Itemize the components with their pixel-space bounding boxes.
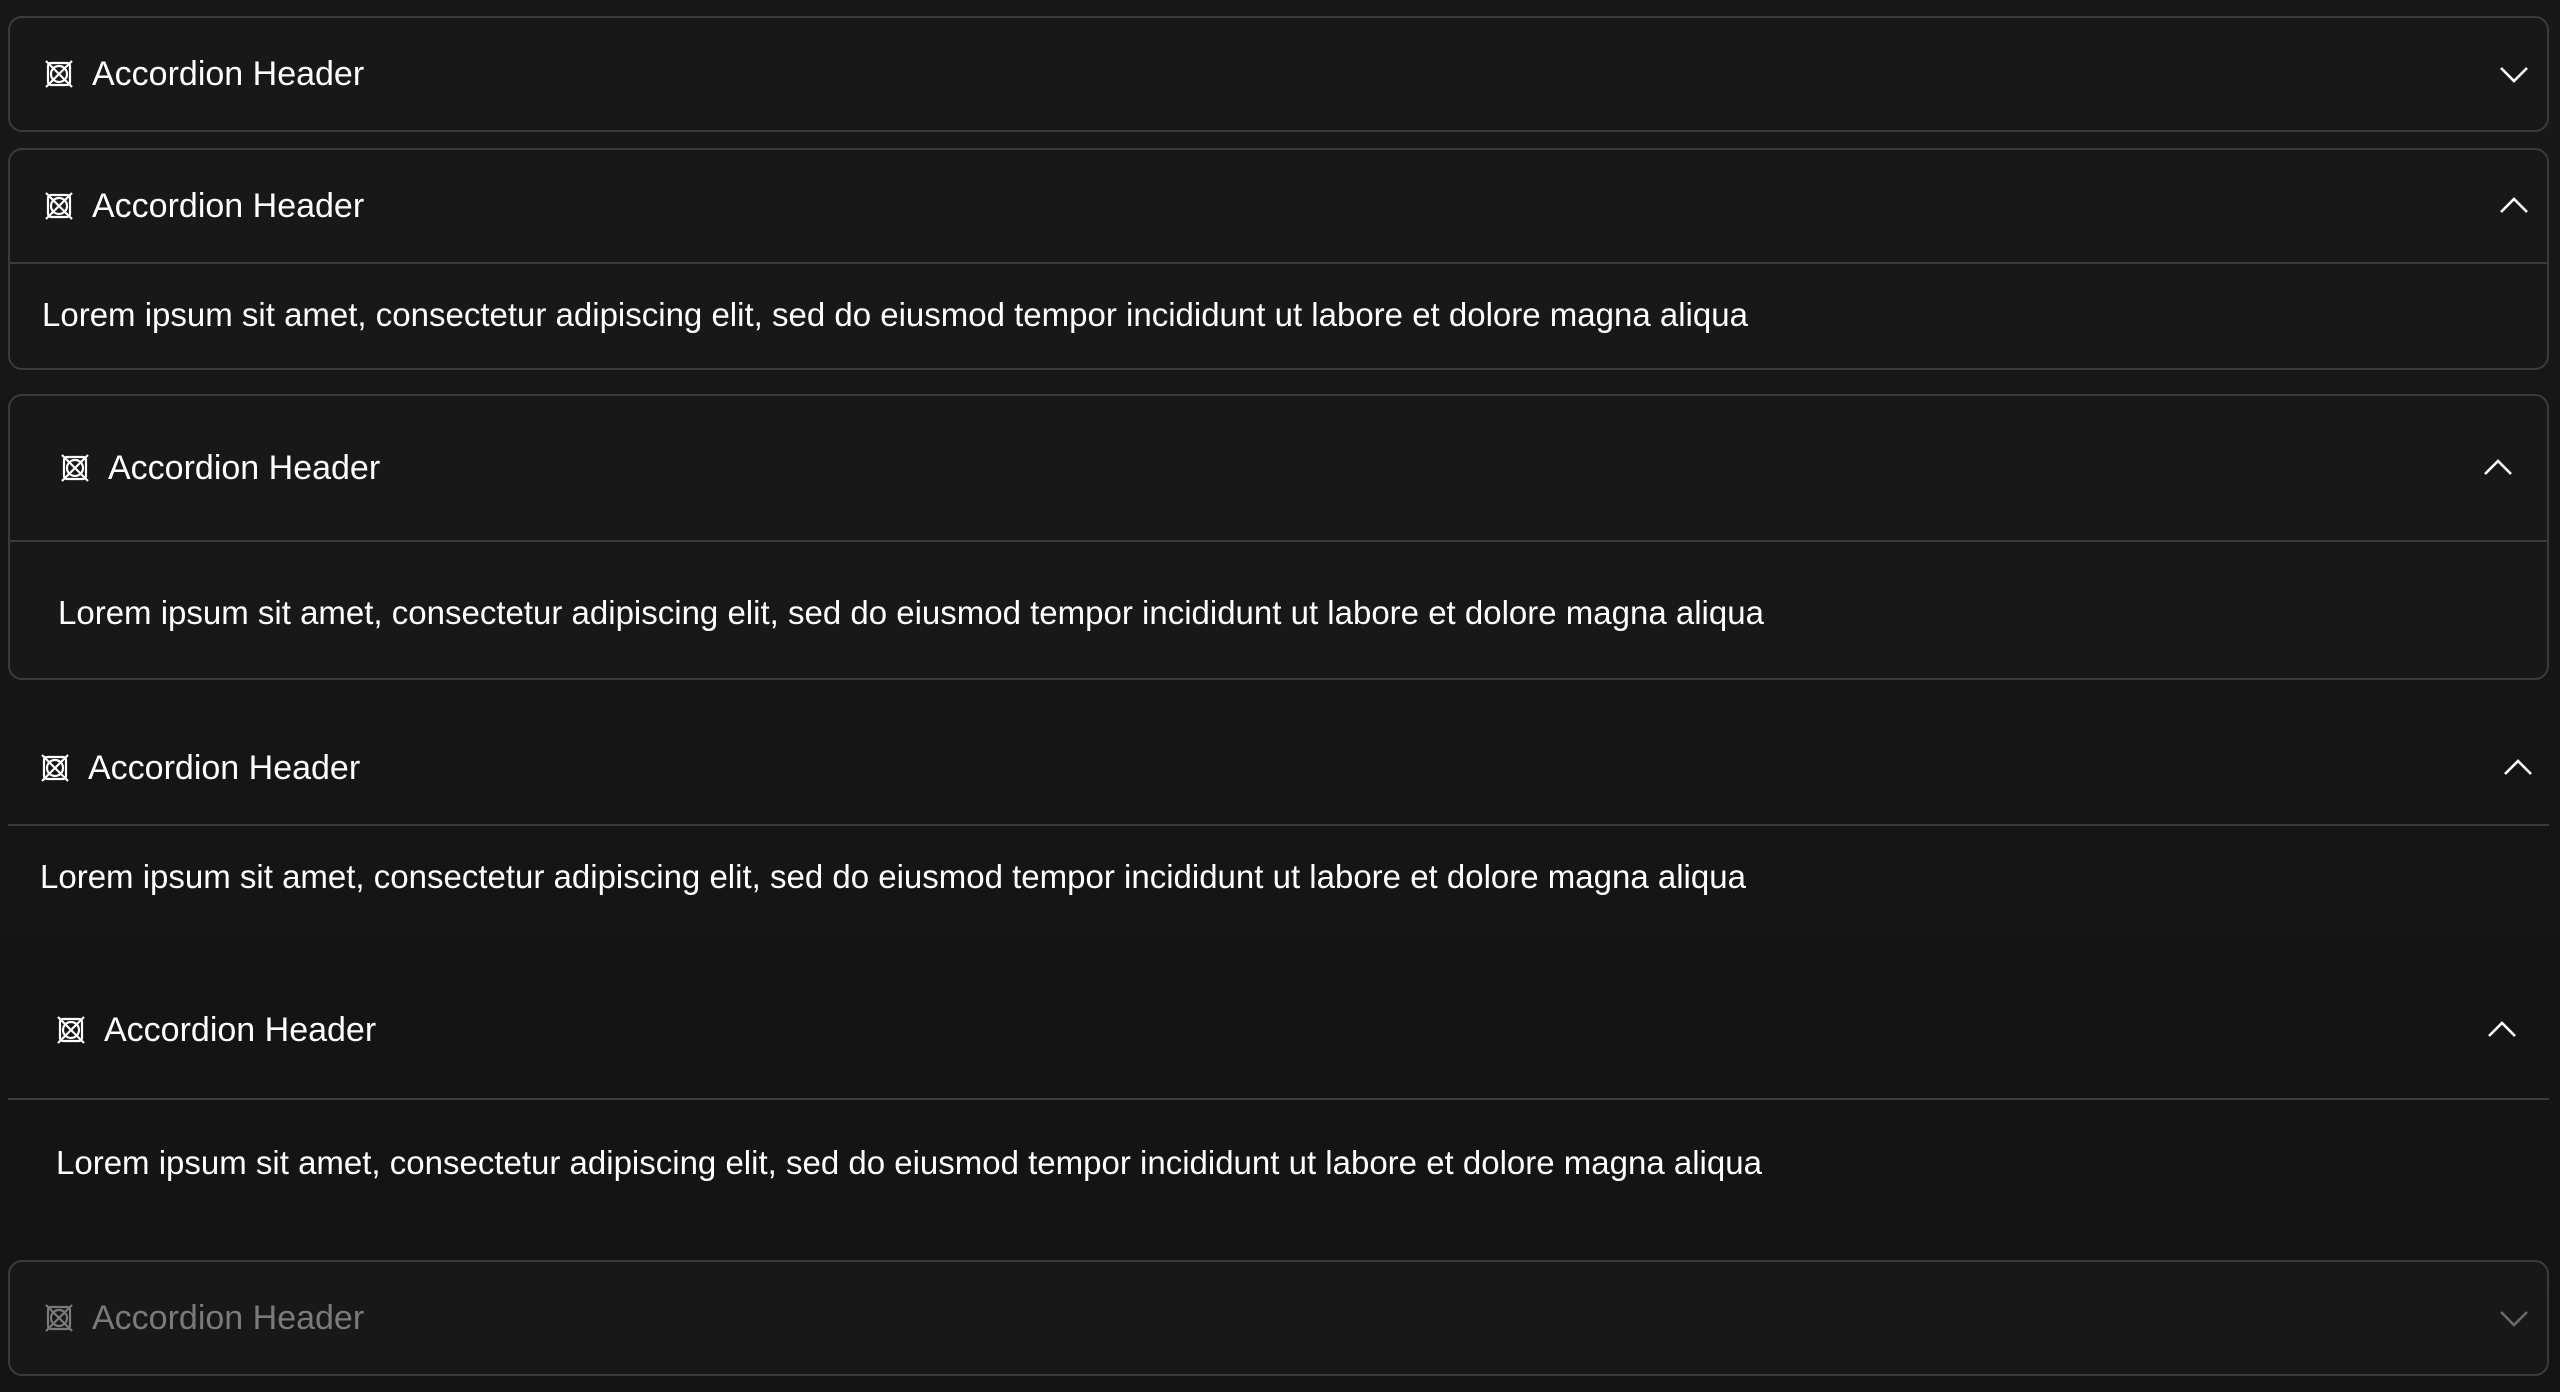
chevron-up-icon[interactable] [2501,751,2535,785]
crossed-box-icon [44,191,74,221]
crossed-box-icon [44,59,74,89]
crossed-box-icon [44,1303,74,1333]
accordion-item-6: Accordion Header [8,1260,2549,1376]
accordion-body: Lorem ipsum sit amet, consectetur adipis… [40,858,1746,895]
chevron-up-icon[interactable] [2497,189,2531,223]
accordion-title: Accordion Header [88,748,361,787]
accordion-item-4: Accordion Header Lorem ipsum sit amet, c… [8,712,2549,912]
accordion-header-3[interactable]: Accordion Header [10,396,2547,542]
accordion-header-1[interactable]: Accordion Header [10,18,2547,130]
accordion-title: Accordion Header [108,448,381,487]
accordion-item-2: Accordion Header Lorem ipsum sit amet, c… [8,148,2549,370]
chevron-up-icon[interactable] [2481,451,2515,485]
accordion-title: Accordion Header [92,186,365,225]
crossed-box-icon [56,1015,86,1045]
chevron-down-icon[interactable] [2497,57,2531,91]
accordion-item-5: Accordion Header Lorem ipsum sit amet, c… [8,962,2549,1212]
accordion-body: Lorem ipsum sit amet, consectetur adipis… [56,1144,1762,1181]
accordion-showcase: Accordion Header Accordion Header Lorem … [0,0,2560,1392]
accordion-item-3: Accordion Header Lorem ipsum sit amet, c… [8,394,2549,680]
accordion-item-1: Accordion Header [8,16,2549,132]
accordion-title: Accordion Header [92,1298,365,1337]
accordion-body: Lorem ipsum sit amet, consectetur adipis… [58,594,1764,631]
accordion-header-6: Accordion Header [10,1262,2547,1374]
accordion-header-2[interactable]: Accordion Header [10,150,2547,264]
chevron-down-icon [2500,1311,2528,1327]
chevron-up-icon[interactable] [2485,1013,2519,1047]
accordion-title: Accordion Header [104,1010,377,1049]
accordion-header-5[interactable]: Accordion Header [8,962,2549,1100]
crossed-box-icon [60,453,90,483]
accordion-header-4[interactable]: Accordion Header [8,712,2549,826]
accordion-body: Lorem ipsum sit amet, consectetur adipis… [42,296,1748,333]
crossed-box-icon [40,753,70,783]
accordion-title: Accordion Header [92,54,365,93]
